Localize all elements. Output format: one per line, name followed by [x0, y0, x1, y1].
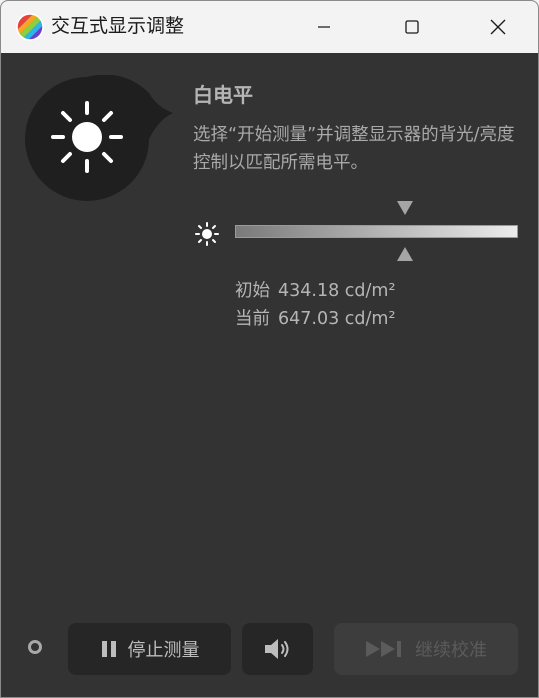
continue-calibration-label: 继续校准	[415, 640, 487, 661]
target-level-marker-icon	[396, 201, 413, 215]
app-logo-icon	[16, 13, 44, 41]
minimize-button[interactable]	[301, 1, 347, 53]
speaker-icon	[264, 639, 288, 659]
interactive-display-adjustment-window: 交互式显示调整 白电平 选择“开始测量”并调整显示器的背光/亮度控制以匹配所需电…	[0, 0, 539, 698]
maximize-icon	[405, 20, 419, 34]
brightness-icon	[195, 222, 219, 246]
main-content: 白电平 选择“开始测量”并调整显示器的背光/亮度控制以匹配所需电平。 初始 43…	[1, 53, 538, 697]
white-level-sun-badge-icon	[25, 75, 173, 201]
current-value: 647.03 cd/m²	[278, 309, 396, 329]
current-reading: 当前 647.03 cd/m²	[235, 307, 395, 331]
stop-measurement-button[interactable]: 停止测量	[68, 623, 231, 675]
brightness-level-bar	[235, 225, 518, 238]
initial-label: 初始	[235, 281, 270, 301]
window-title: 交互式显示调整	[51, 15, 185, 37]
stop-measurement-label: 停止测量	[127, 640, 200, 661]
initial-reading: 初始 434.18 cd/m²	[235, 279, 395, 303]
current-label: 当前	[235, 309, 270, 329]
title-bar: 交互式显示调整	[1, 1, 538, 53]
initial-value: 434.18 cd/m²	[278, 281, 396, 301]
instruction-text: 选择“开始测量”并调整显示器的背光/亮度控制以匹配所需电平。	[193, 125, 515, 173]
close-icon	[490, 19, 506, 35]
continue-calibration-button[interactable]: 继续校准	[334, 623, 518, 675]
section-heading: 白电平	[193, 83, 253, 107]
pause-icon	[100, 640, 118, 658]
current-level-marker-icon	[396, 247, 413, 261]
maximize-button[interactable]	[389, 1, 435, 53]
status-indicator	[28, 640, 42, 654]
minimize-icon	[318, 26, 330, 28]
sound-toggle-button[interactable]	[242, 623, 313, 675]
close-button[interactable]	[475, 1, 521, 53]
skip-forward-icon	[365, 640, 405, 658]
